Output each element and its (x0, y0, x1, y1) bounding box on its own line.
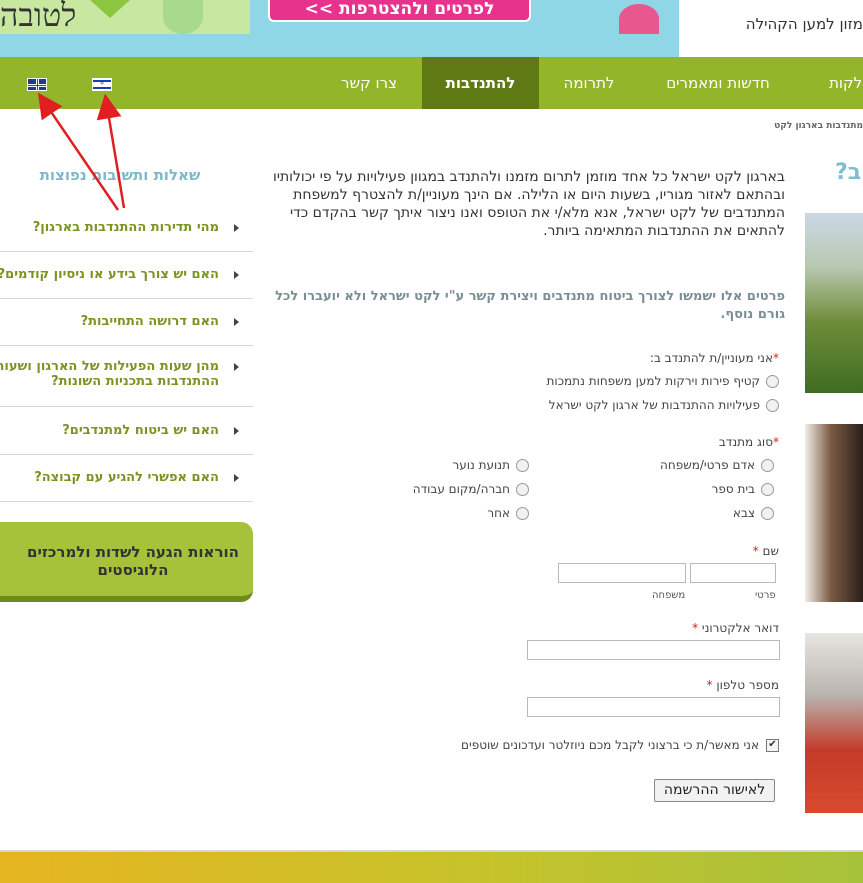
main-nav: צרו קשר להתנדבות לתרומה חדשות ומאמרים חל… (0, 57, 863, 109)
faq-question[interactable]: האם יש ביטוח למתנדבים? (62, 423, 219, 438)
radio-button[interactable] (516, 482, 529, 496)
faq-item[interactable]: האם יש ביטוח למתנדבים? (0, 407, 253, 455)
radio-button[interactable] (516, 506, 529, 520)
email-label-text: דואר אלקטרוני (701, 621, 779, 635)
faq-item[interactable]: האם אפשרי להגיע עם קבוצה? (0, 455, 253, 502)
caret-left-icon (234, 363, 239, 371)
radio-button[interactable] (766, 398, 779, 412)
banner-pink-circle-icon (619, 4, 659, 34)
email-label: דואר אלקטרוני * (692, 621, 779, 635)
caret-left-icon (234, 427, 239, 435)
faq-question[interactable]: האם יש צורך בידע או ניסיון קודמים? (0, 267, 219, 282)
phone-label: מספר טלפון * (707, 678, 779, 692)
volunteer-type-option-label: תנועת נוער (452, 458, 510, 472)
first-name-sublabel: פרטי (755, 590, 776, 601)
radio-button[interactable] (761, 482, 774, 496)
intro-paragraph: בארגון לקט ישראל כל אחד מוזמן לתרום מזמנ… (273, 169, 785, 239)
banner-strip (0, 34, 679, 57)
uk-flag-icon[interactable] (27, 78, 47, 91)
nav-item-volunteering[interactable]: להתנדבות (422, 57, 539, 109)
logistics-center-photo[interactable] (805, 633, 863, 813)
volunteer-type-option[interactable]: אחר (487, 506, 529, 520)
faq-question[interactable]: האם אפשרי להגיע עם קבוצה? (34, 470, 219, 485)
radio-button[interactable] (761, 506, 774, 520)
volunteer-type-option-label: בית ספר (711, 482, 755, 496)
volunteer-type-label: *סוג מתנדב (719, 435, 779, 449)
caret-left-icon (234, 271, 239, 279)
interest-option[interactable]: קטיף פירות וירקות למען משפחות נתמכות (547, 374, 779, 388)
nav-item-news[interactable]: חדשות ומאמרים (660, 57, 776, 109)
radio-button[interactable] (761, 458, 774, 472)
caret-left-icon (234, 318, 239, 326)
required-mark: * (706, 678, 713, 692)
name-label: שם * (753, 544, 779, 558)
israel-flag-icon[interactable]: ✡ (92, 78, 112, 91)
top-banner: לטובה לפרטים ולהצטרפות >> מזון למען הקהי… (0, 0, 863, 57)
interest-option-label: קטיף פירות וירקות למען משפחות נתמכות (546, 374, 760, 388)
interest-option-label: פעילויות ההתנדבות של ארגון לקט ישראל (548, 398, 760, 412)
arrow-to-uk-flag (37, 92, 120, 211)
required-mark: * (773, 351, 779, 365)
submit-registration-button[interactable]: לאישור ההרשמה (654, 779, 775, 802)
required-mark: * (752, 544, 759, 558)
name-label-text: שם (762, 544, 779, 558)
newsletter-consent-label: אני מאשר/ת כי ברצוני לקבל מכם ניוזלטר וע… (461, 738, 759, 752)
volunteer-portrait-photo[interactable] (805, 424, 863, 602)
volunteers-field-photo[interactable] (805, 213, 863, 393)
required-mark: * (773, 435, 779, 449)
nav-item-plots[interactable]: חלקות (812, 57, 863, 109)
faq-question[interactable]: האם דרושה התחייבות? (81, 314, 219, 329)
banner-circle-icon (163, 0, 203, 34)
volunteer-type-option-label: אדם פרטי/משפחה (660, 458, 755, 472)
join-cta-button[interactable]: לפרטים ולהצטרפות >> (268, 0, 531, 22)
interest-option[interactable]: פעילויות ההתנדבות של ארגון לקט ישראל (549, 398, 779, 412)
faq-title: שאלות ותשובות נפוצות (39, 166, 201, 184)
volunteer-type-option-label: אחר (487, 506, 510, 520)
privacy-note: פרטים אלו ישמשו לצורך ביטוח מתנדבים ויצי… (275, 289, 785, 322)
site-tagline: מזון למען הקהילה (745, 15, 863, 33)
newsletter-checkbox[interactable]: ✔ (766, 738, 779, 752)
faq-item[interactable]: האם דרושה התחייבות? (0, 299, 253, 346)
banner-triangle-icon (90, 0, 130, 18)
radio-button[interactable] (516, 458, 529, 472)
arrow-to-israel-flag (96, 93, 126, 209)
volunteer-type-option[interactable]: צבא (733, 506, 774, 520)
banner-right-panel: מזון למען הקהילה (679, 0, 863, 57)
breadcrumb[interactable]: מתנדבות בארגון לקט (760, 121, 863, 131)
interest-label-text: אני מעוניין/ת להתנדב ב: (649, 351, 773, 365)
banner-slogan: לטובה (0, 0, 77, 34)
volunteer-type-option[interactable]: בית ספר (712, 482, 774, 496)
faq-question[interactable]: מהן שעות הפעילות של הארגון ושעות ההתנדבו… (0, 359, 219, 389)
volunteer-type-option[interactable]: חברה/מקום עבודה (413, 482, 529, 496)
footer-bar (0, 852, 863, 883)
right-column-title: ?ב (835, 160, 862, 185)
nav-item-donation[interactable]: לתרומה (560, 57, 618, 109)
volunteer-type-option[interactable]: תנועת נוער (452, 458, 529, 472)
caret-left-icon (234, 224, 239, 232)
nav-item-contact[interactable]: צרו קשר (338, 57, 400, 109)
interest-label: *אני מעוניין/ת להתנדב ב: (650, 351, 779, 365)
volunteer-type-option-label: חברה/מקום עבודה (412, 482, 510, 496)
volunteer-type-option[interactable]: אדם פרטי/משפחה (660, 458, 774, 472)
newsletter-consent[interactable]: ✔ אני מאשר/ת כי ברצוני לקבל מכם ניוזלטר … (461, 738, 779, 752)
faq-item[interactable]: מהי תדירות ההתנדבות בארגון? (0, 204, 253, 252)
faq-question[interactable]: מהי תדירות ההתנדבות בארגון? (33, 220, 219, 235)
required-mark: * (692, 621, 699, 635)
last-name-sublabel: משפחה (652, 590, 686, 601)
email-input[interactable] (527, 640, 780, 660)
faq-item[interactable]: מהן שעות הפעילות של הארגון ושעות ההתנדבו… (0, 346, 253, 407)
first-name-input[interactable] (690, 563, 776, 583)
logistics-label[interactable]: הוראות הגעה לשדות ולמרכזים הלוגיסטים (13, 543, 253, 579)
last-name-input[interactable] (558, 563, 686, 583)
caret-left-icon (234, 474, 239, 482)
logistics-directions-button[interactable]: הוראות הגעה לשדות ולמרכזים הלוגיסטים (0, 522, 253, 602)
volunteer-type-option-label: צבא (732, 506, 755, 520)
volunteer-type-label-text: סוג מתנדב (718, 435, 773, 449)
phone-input[interactable] (527, 697, 780, 717)
phone-label-text: מספר טלפון (716, 678, 779, 692)
faq-item[interactable]: האם יש צורך בידע או ניסיון קודמים? (0, 252, 253, 299)
radio-button[interactable] (766, 374, 779, 388)
